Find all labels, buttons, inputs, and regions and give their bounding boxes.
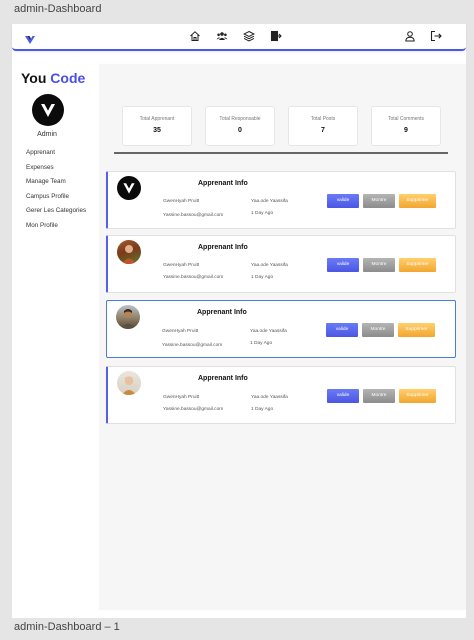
apprenant-email: Yassine.bassou@gmail.com	[163, 275, 224, 280]
supprimer-button[interactable]: Supprimer	[399, 194, 436, 208]
apprenant-username: Yaa.ode Yaassifa	[251, 395, 288, 400]
sidebar: You Code Admin Apprenant Expenses Manage…	[12, 64, 100, 614]
supprimer-button[interactable]: Supprimer	[399, 258, 436, 272]
card-title: Apprenant Info	[198, 244, 248, 251]
montrer-button[interactable]: Montre	[363, 258, 395, 272]
card-title: Apprenant Info	[198, 180, 248, 187]
apprenant-username: Yaa.ode Yaassifa	[251, 263, 288, 268]
sidebar-menu: Apprenant Expenses Manage Team Campus Pr…	[26, 149, 86, 236]
apprenant-avatar	[117, 176, 141, 200]
frame-footer: admin-Dashboard – 1	[14, 621, 120, 633]
apprenant-card: Apprenant Info GwenHyah Pruitt Yaa.ode Y…	[106, 171, 456, 229]
dashboard-artboard: You Code Admin Apprenant Expenses Manage…	[12, 24, 466, 618]
apprenant-avatar	[116, 305, 140, 329]
admin-avatar	[32, 94, 64, 126]
apprenant-avatar	[117, 371, 141, 395]
layers-icon[interactable]	[242, 29, 256, 43]
apprenant-card: Apprenant Info GwenHyah Pruitt Yaa.ode Y…	[106, 300, 456, 358]
sidebar-item-manage-team[interactable]: Manage Team	[26, 178, 86, 193]
stat-total-comments: Total Comments 9	[371, 106, 441, 146]
montrer-button[interactable]: Montre	[363, 194, 395, 208]
apprenant-card: Apprenant Info GwenHyah Pruitt Yaa.ode Y…	[106, 235, 456, 293]
apprenant-avatar	[117, 240, 141, 264]
stat-total-posts: Total Posts 7	[288, 106, 358, 146]
valide-button[interactable]: valide	[326, 323, 358, 337]
valide-button[interactable]: valide	[327, 194, 359, 208]
apprenant-time: 1 Day Ago	[251, 407, 274, 412]
apprenant-name: GwenHyah Pruitt	[163, 199, 200, 204]
user-icon[interactable]	[403, 29, 417, 43]
apprenant-time: 1 Day Ago	[251, 211, 274, 216]
apprenant-email: Yassine.bassou@gmail.com	[163, 407, 224, 412]
export-icon[interactable]	[269, 29, 283, 43]
sidebar-item-campus-profile[interactable]: Campus Profile	[26, 193, 86, 208]
apprenant-email: Yassine.bassou@gmail.com	[162, 343, 223, 348]
sidebar-item-expenses[interactable]: Expenses	[26, 164, 86, 179]
admin-label: Admin	[37, 131, 57, 138]
stat-total-apprenant: Total Apprenant 35	[122, 106, 192, 146]
sidebar-item-mon-profile[interactable]: Mon Profile	[26, 222, 86, 237]
apprenant-email: Yassine.bassou@gmail.com	[163, 213, 224, 218]
sidebar-item-apprenant[interactable]: Apprenant	[26, 149, 86, 164]
users-icon[interactable]	[215, 29, 229, 43]
valide-button[interactable]: valide	[327, 258, 359, 272]
apprenant-name: GwenHyah Pruitt	[163, 263, 200, 268]
logout-icon[interactable]	[429, 29, 443, 43]
apprenant-username: Yaa.ode Yaassifa	[251, 199, 288, 204]
apprenant-name: GwenHyah Pruitt	[162, 329, 199, 334]
montrer-button[interactable]: Montre	[363, 389, 395, 403]
montrer-button[interactable]: Montre	[362, 323, 394, 337]
top-navbar	[12, 24, 466, 51]
apprenant-name: GwenHyah Pruitt	[163, 395, 200, 400]
card-title: Apprenant Info	[197, 309, 247, 316]
supprimer-button[interactable]: Supprimer	[398, 323, 435, 337]
section-divider	[114, 152, 448, 154]
sidebar-item-gerer-categories[interactable]: Gerer Les Categories	[26, 207, 86, 222]
supprimer-button[interactable]: Supprimer	[399, 389, 436, 403]
apprenant-time: 1 Day Ago	[251, 275, 274, 280]
apprenant-username: Yaa.ode Yaassifa	[250, 329, 287, 334]
v-logo-icon[interactable]	[24, 33, 36, 45]
main-content: Total Apprenant 35 Total Responsable 0 T…	[99, 64, 466, 610]
apprenant-card: Apprenant Info GwenHyah Pruitt Yaa.ode Y…	[106, 366, 456, 424]
brand-logo: You Code	[21, 70, 86, 86]
valide-button[interactable]: valide	[327, 389, 359, 403]
card-title: Apprenant Info	[198, 375, 248, 382]
apprenant-time: 1 Day Ago	[250, 341, 273, 346]
stat-total-responsable: Total Responsable 0	[205, 106, 275, 146]
home-icon[interactable]	[188, 29, 202, 43]
frame-title: admin-Dashboard	[14, 3, 102, 15]
